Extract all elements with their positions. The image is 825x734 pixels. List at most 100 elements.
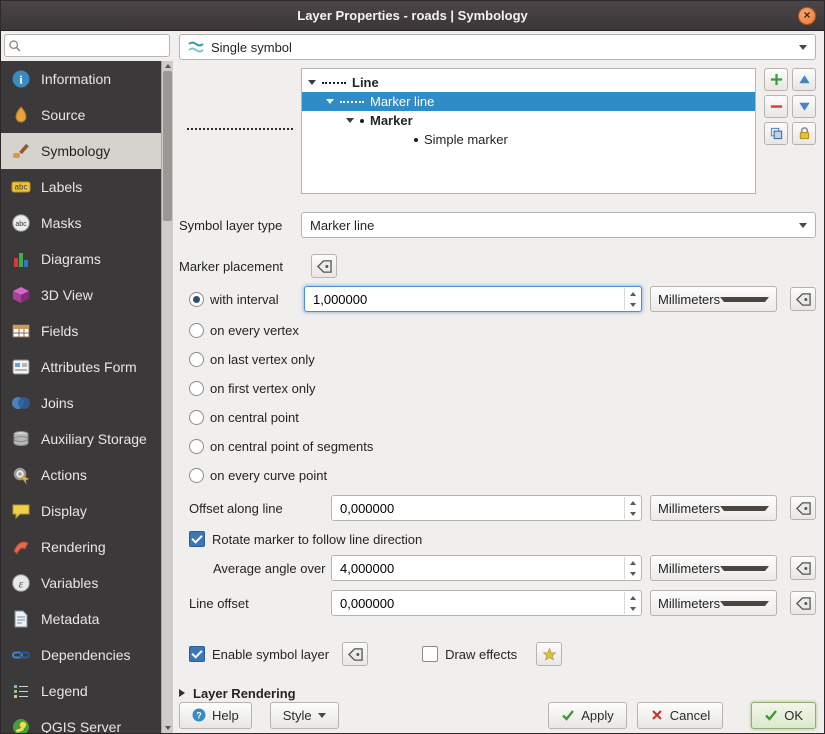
sidebar-item-qgis-server[interactable]: QGIS Server — [1, 709, 161, 733]
on-last-vertex-radio[interactable] — [189, 352, 204, 367]
on-central-point-of-segments-radio[interactable] — [189, 439, 204, 454]
interval-input[interactable] — [305, 292, 641, 307]
interval-unit-combo[interactable]: Millimeters — [650, 286, 777, 312]
tree-row-marker-line[interactable]: Marker line — [302, 92, 755, 111]
line-offset-spinbox[interactable] — [331, 590, 642, 616]
spin-up-button[interactable] — [625, 288, 640, 299]
move-down-button[interactable] — [792, 95, 816, 118]
offset-along-line-input[interactable] — [332, 501, 641, 516]
marker-placement-override-button[interactable] — [311, 254, 337, 278]
scrollbar-thumb[interactable] — [163, 71, 172, 221]
help-button[interactable]: ? Help — [179, 702, 252, 729]
sidebar-item-legend[interactable]: Legend — [1, 673, 161, 709]
spin-up-icon — [630, 561, 636, 565]
spin-up-button[interactable] — [625, 557, 640, 568]
expander-icon[interactable] — [346, 118, 354, 123]
symbol-layer-type-combo[interactable]: Marker line — [301, 212, 816, 238]
sidebar-item-rendering[interactable]: Rendering — [1, 529, 161, 565]
on-every-curve-point-radio[interactable] — [189, 468, 204, 483]
on-every-curve-point-row: on every curve point — [189, 464, 816, 486]
sidebar-item-symbology[interactable]: Symbology — [1, 133, 161, 169]
on-central-point-radio[interactable] — [189, 410, 204, 425]
search-input[interactable] — [4, 34, 170, 57]
sidebar-item-labels[interactable]: abc Labels — [1, 169, 161, 205]
average-angle-spinbox[interactable] — [331, 555, 642, 581]
sidebar-item-3d-view[interactable]: 3D View — [1, 277, 161, 313]
rotate-marker-checkbox[interactable] — [189, 531, 205, 547]
interval-override-button[interactable] — [790, 287, 816, 311]
sidebar-item-metadata[interactable]: Metadata — [1, 601, 161, 637]
line-offset-override-button[interactable] — [790, 591, 816, 615]
remove-symbol-layer-button[interactable] — [764, 95, 788, 118]
style-button[interactable]: Style — [270, 702, 339, 729]
expander-icon[interactable] — [308, 80, 316, 85]
line-offset-unit-combo[interactable]: Millimeters — [650, 590, 777, 616]
sidebar-item-dependencies[interactable]: Dependencies — [1, 637, 161, 673]
offset-unit-combo[interactable]: Millimeters — [650, 495, 777, 521]
tree-row-line[interactable]: Line — [302, 73, 755, 92]
draw-effects-checkbox[interactable] — [422, 646, 438, 662]
on-central-point-row: on central point — [189, 406, 816, 428]
interval-spinbox[interactable] — [304, 286, 642, 312]
spin-buttons — [624, 497, 640, 519]
average-angle-unit-combo[interactable]: Millimeters — [650, 555, 777, 581]
spin-down-button[interactable] — [625, 568, 640, 579]
sidebar-item-auxiliary-storage[interactable]: Auxiliary Storage — [1, 421, 161, 457]
sidebar-item-fields[interactable]: Fields — [1, 313, 161, 349]
tree-row-simple-marker[interactable]: Simple marker — [302, 130, 755, 149]
cancel-button[interactable]: Cancel — [637, 702, 723, 729]
fields-icon — [11, 321, 31, 341]
line-offset-row: Line offset Millimeters — [189, 590, 816, 616]
enable-layer-override-button[interactable] — [342, 642, 368, 666]
customize-effects-button[interactable] — [536, 642, 562, 666]
move-up-button[interactable] — [792, 68, 816, 91]
enable-symbol-layer-checkbox[interactable] — [189, 646, 205, 662]
close-button[interactable]: × — [798, 7, 816, 25]
sidebar-item-attributes-form[interactable]: Attributes Form — [1, 349, 161, 385]
tree-row-label: Line — [352, 75, 379, 90]
sidebar: i Information Source Symbology abc Label… — [1, 31, 173, 733]
lock-color-button[interactable] — [792, 122, 816, 145]
sidebar-item-joins[interactable]: Joins — [1, 385, 161, 421]
symbol-section: Line Marker line Marker Simple marker — [179, 68, 816, 194]
line-offset-input[interactable] — [332, 596, 641, 611]
tree-row-marker[interactable]: Marker — [302, 111, 755, 130]
offset-along-line-spinbox[interactable] — [331, 495, 642, 521]
sidebar-item-display[interactable]: Display — [1, 493, 161, 529]
add-symbol-layer-button[interactable] — [764, 68, 788, 91]
apply-button[interactable]: Apply — [548, 702, 627, 729]
globe-icon — [11, 717, 31, 733]
chevron-down-icon — [720, 601, 769, 606]
sidebar-item-diagrams[interactable]: Diagrams — [1, 241, 161, 277]
on-first-vertex-row: on first vertex only — [189, 377, 816, 399]
average-angle-input[interactable] — [332, 561, 641, 576]
sidebar-item-actions[interactable]: Actions — [1, 457, 161, 493]
ok-button[interactable]: OK — [751, 702, 816, 729]
spin-down-icon — [630, 607, 636, 611]
renderer-combo[interactable]: Single symbol — [179, 34, 816, 60]
on-every-vertex-radio[interactable] — [189, 323, 204, 338]
on-first-vertex-radio[interactable] — [189, 381, 204, 396]
average-angle-override-button[interactable] — [790, 556, 816, 580]
symbol-layer-tree[interactable]: Line Marker line Marker Simple marker — [301, 68, 756, 194]
spin-down-button[interactable] — [625, 299, 640, 310]
sidebar-item-source[interactable]: Source — [1, 97, 161, 133]
scroll-down-icon[interactable] — [165, 726, 171, 730]
sidebar-item-variables[interactable]: ε Variables — [1, 565, 161, 601]
spin-up-button[interactable] — [625, 497, 640, 508]
spin-up-button[interactable] — [625, 592, 640, 603]
symbol-layer-type-label: Symbol layer type — [179, 218, 301, 233]
expander-icon[interactable] — [326, 99, 334, 104]
sidebar-item-information[interactable]: i Information — [1, 61, 161, 97]
sidebar-scrollbar[interactable] — [161, 61, 173, 733]
scroll-up-icon[interactable] — [165, 64, 171, 68]
with-interval-radio[interactable] — [189, 292, 204, 307]
rendering-icon — [11, 537, 31, 557]
titlebar[interactable]: Layer Properties - roads | Symbology × — [1, 1, 824, 31]
sidebar-item-masks[interactable]: abc Masks — [1, 205, 161, 241]
sidebar-item-label: Symbology — [41, 143, 110, 159]
offset-override-button[interactable] — [790, 496, 816, 520]
duplicate-symbol-layer-button[interactable] — [764, 122, 788, 145]
spin-down-button[interactable] — [625, 508, 640, 519]
spin-down-button[interactable] — [625, 603, 640, 614]
